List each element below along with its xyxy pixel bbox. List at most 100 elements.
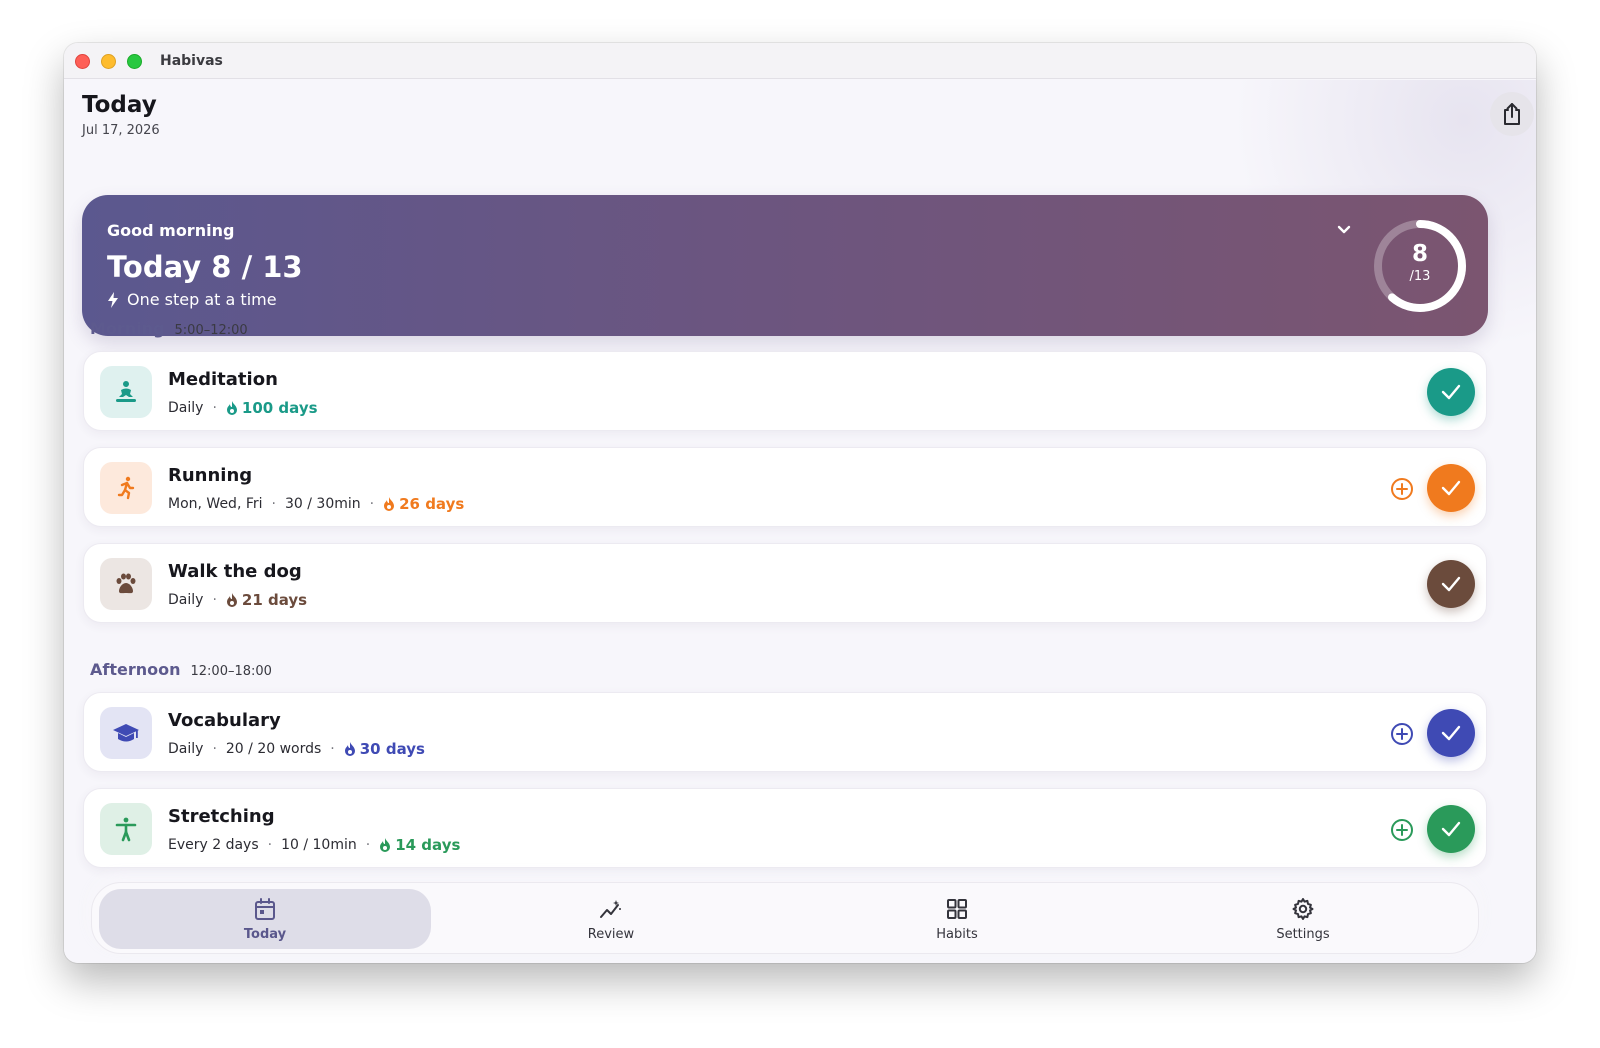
separator: · (212, 400, 217, 416)
section-time: 12:00–18:00 (190, 664, 272, 679)
complete-button[interactable] (1427, 805, 1475, 853)
habit-meta: Daily · 20 / 20 words · 30 days (168, 740, 425, 758)
add-progress-button[interactable] (1390, 722, 1414, 746)
tab-review[interactable]: Review (445, 889, 777, 949)
tab-label: Review (587, 927, 635, 942)
page-date: Jul 17, 2026 (82, 123, 160, 138)
habit-name: Running (168, 465, 253, 486)
share-button[interactable] (1490, 92, 1534, 136)
add-progress-button[interactable] (1390, 477, 1414, 501)
habit-card-running[interactable]: Running Mon, Wed, Fri · 30 / 30min · 26 … (83, 447, 1487, 527)
habit-frequency: Every 2 days (168, 837, 259, 853)
today-progress-text: Today 8 / 13 (107, 250, 303, 284)
habit-frequency: Daily (168, 400, 204, 416)
maximize-button[interactable] (127, 54, 142, 69)
habit-meta: Every 2 days · 10 / 10min · 14 days (168, 836, 460, 854)
review-icon (600, 900, 621, 918)
ring-total: /13 (1409, 269, 1431, 284)
complete-button[interactable] (1427, 464, 1475, 512)
habit-progress: 30 / 30min (284, 496, 361, 512)
separator: · (267, 837, 273, 853)
flame-icon (226, 401, 237, 415)
flame-icon (344, 742, 355, 756)
habit-meta: Mon, Wed, Fri · 30 / 30min · 26 days (168, 495, 464, 513)
habit-icon-tile (100, 803, 152, 855)
habit-icon-tile (100, 462, 152, 514)
graduation-cap-icon (113, 724, 139, 742)
habit-card-vocabulary[interactable]: Vocabulary Daily · 20 / 20 words · 30 da… (83, 692, 1487, 772)
separator: · (212, 741, 217, 757)
habit-icon-tile (100, 366, 152, 418)
gear-icon (1292, 898, 1314, 920)
flame-icon (226, 593, 237, 607)
habit-name: Vocabulary (168, 710, 281, 731)
habit-streak-text: 26 days (399, 495, 465, 513)
app-window: Habivas Today Jul 17, 2026 Good morning … (64, 43, 1536, 963)
habit-streak: 30 days (344, 740, 425, 758)
tab-label: Settings (1276, 927, 1330, 942)
habit-frequency: Daily (168, 741, 204, 757)
checkmark-icon (1441, 384, 1461, 400)
calendar-icon (255, 898, 275, 920)
banner-subtitle: One step at a time (127, 290, 277, 309)
running-icon (117, 476, 135, 500)
habit-card-stretching[interactable]: Stretching Every 2 days · 10 / 10min · 1… (83, 788, 1487, 868)
separator: · (212, 592, 217, 608)
checkmark-icon (1441, 821, 1461, 837)
habit-progress: 10 / 10min (281, 837, 357, 853)
checkmark-icon (1441, 576, 1461, 592)
complete-button[interactable] (1427, 709, 1475, 757)
minimize-button[interactable] (101, 54, 116, 69)
tab-label: Habits (936, 927, 978, 942)
close-button[interactable] (75, 54, 90, 69)
tab-label: Today (243, 927, 287, 942)
separator: · (271, 496, 276, 512)
ring-done-count: 8 (1411, 241, 1428, 267)
section-name: Afternoon (90, 660, 181, 679)
habit-streak: 14 days (379, 836, 460, 854)
separator: · (369, 496, 375, 512)
meditation-icon (116, 381, 136, 402)
habit-meta: Daily · 100 days (168, 399, 318, 417)
progress-banner: Good morning Today 8 / 13 One step at a … (82, 195, 1488, 336)
tab-habits[interactable]: Habits (791, 889, 1123, 949)
habit-card-walk-the-dog[interactable]: Walk the dog Daily · 21 days (83, 543, 1487, 623)
habit-frequency: Mon, Wed, Fri (168, 496, 263, 512)
separator: · (365, 837, 371, 853)
section-morning-header: Morning 5:00–12:00 (90, 319, 248, 338)
add-progress-button[interactable] (1390, 818, 1414, 842)
paw-icon (116, 573, 136, 594)
flame-icon (380, 838, 391, 852)
habit-streak: 21 days (226, 591, 307, 609)
habit-streak: 100 days (226, 399, 318, 417)
habit-card-meditation[interactable]: Meditation Daily · 100 days (83, 351, 1487, 431)
habit-progress: 20 / 20 words (225, 741, 322, 757)
checkmark-icon (1441, 480, 1461, 496)
habit-meta: Daily · 21 days (168, 591, 307, 609)
grid-icon (947, 899, 967, 919)
section-afternoon-header: Afternoon 12:00–18:00 (90, 660, 272, 679)
habit-name: Stretching (168, 806, 275, 827)
titlebar: Habivas (64, 43, 1536, 79)
separator: · (330, 741, 335, 757)
chevron-down-icon (1337, 225, 1351, 234)
collapse-button[interactable] (1336, 220, 1352, 239)
banner-subtitle-row: One step at a time (107, 290, 277, 309)
stretching-icon (115, 817, 137, 842)
greeting: Good morning (107, 221, 235, 240)
share-icon (1504, 103, 1520, 125)
habit-streak-text: 100 days (241, 399, 318, 417)
habit-icon-tile (100, 707, 152, 759)
window-title: Habivas (160, 53, 223, 69)
complete-button[interactable] (1427, 368, 1475, 416)
bolt-icon (108, 291, 118, 308)
complete-button[interactable] (1427, 560, 1475, 608)
tab-today[interactable]: Today (99, 889, 431, 949)
habit-streak-text: 21 days (241, 591, 308, 609)
habit-name: Meditation (168, 369, 278, 390)
main-content: Today Jul 17, 2026 Good morning Today 8 … (64, 80, 1536, 963)
habit-frequency: Daily (168, 592, 204, 608)
flame-icon (384, 497, 395, 511)
tab-settings[interactable]: Settings (1137, 889, 1469, 949)
page-title: Today (82, 92, 157, 118)
